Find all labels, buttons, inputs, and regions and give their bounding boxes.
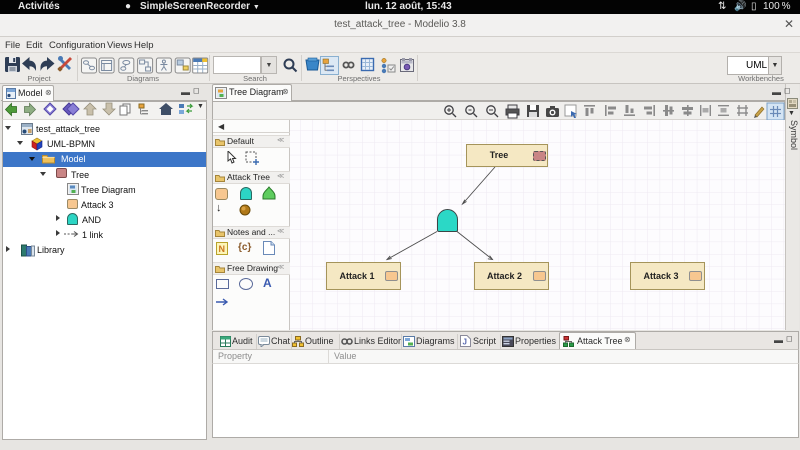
svg-text:J: J <box>463 338 467 347</box>
svg-text:N: N <box>219 244 226 254</box>
